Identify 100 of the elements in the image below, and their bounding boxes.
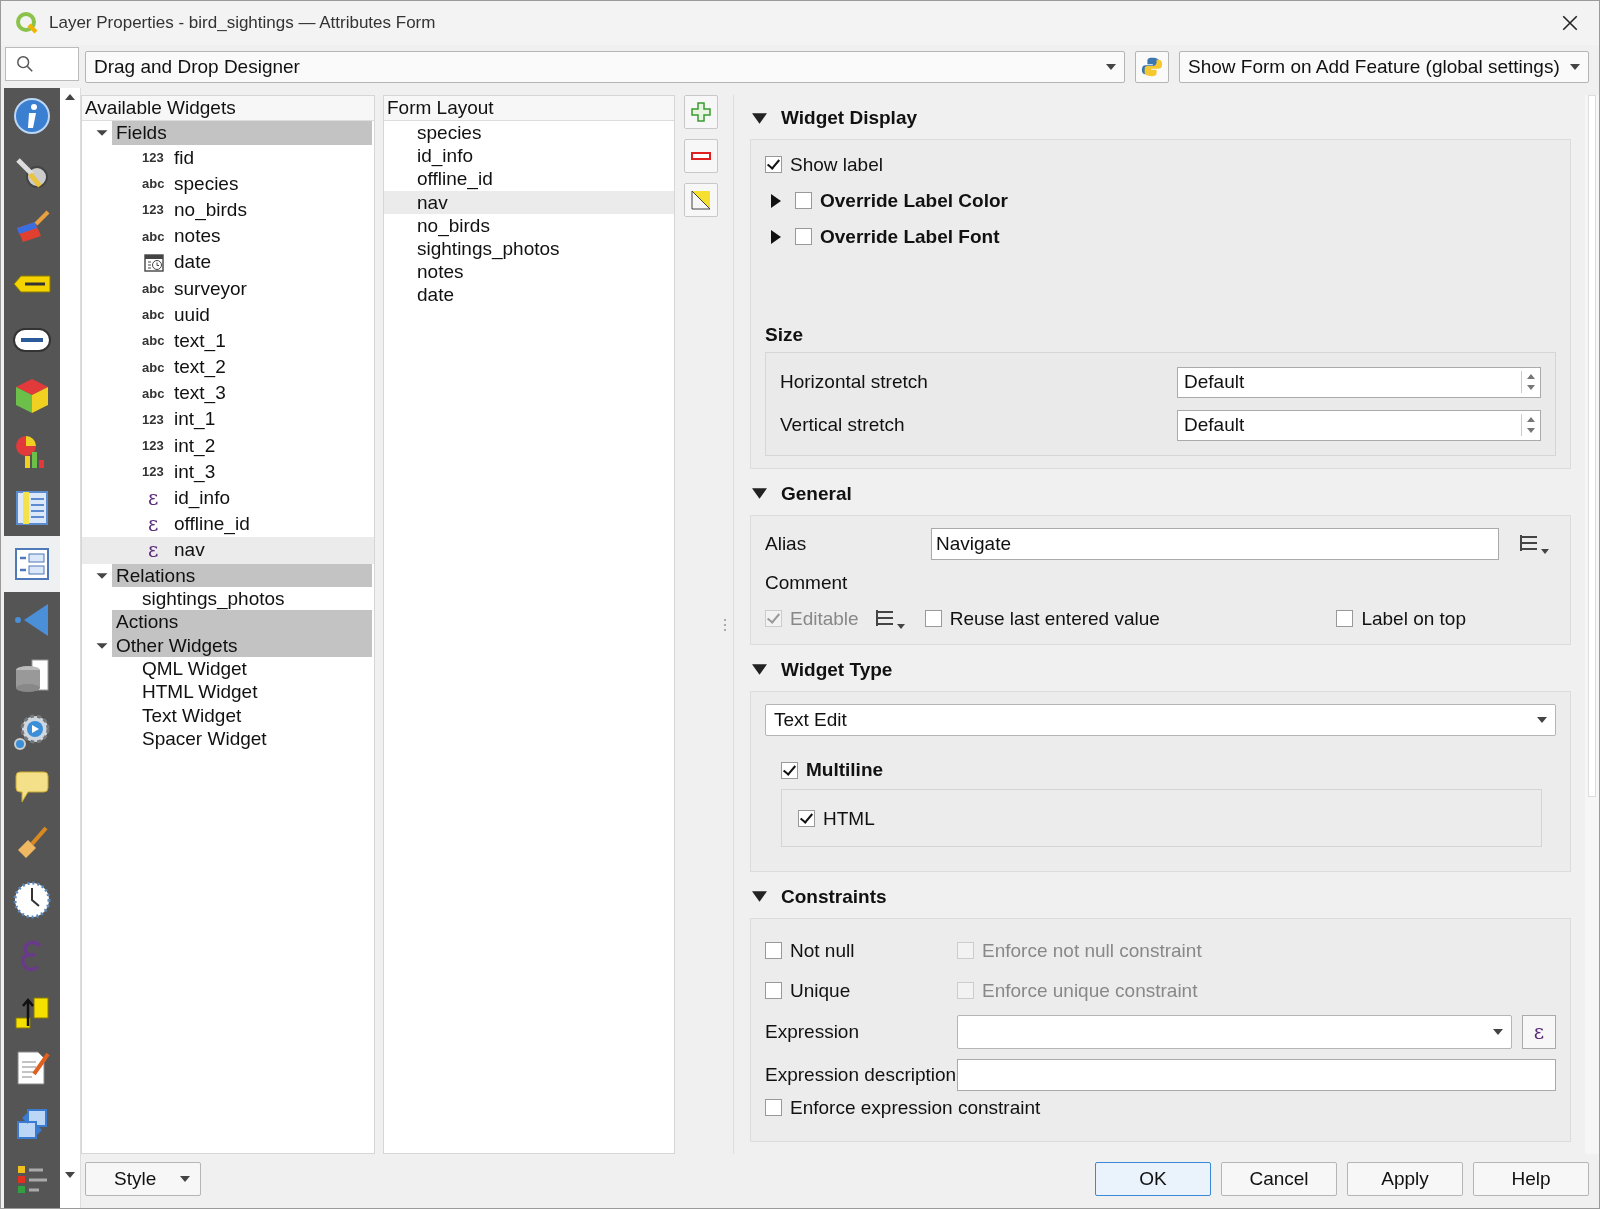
clock-icon — [12, 880, 52, 920]
spin-arrows-icon[interactable] — [1521, 414, 1536, 436]
collapse-arrow-icon[interactable] — [752, 664, 767, 675]
tree-item[interactable]: HTML Widget — [82, 680, 374, 704]
field-label: Comment — [765, 571, 849, 594]
field-type-label: 123 — [142, 411, 165, 427]
field-type-label: abc — [142, 307, 166, 323]
tree-item[interactable]: abc uuid — [82, 301, 374, 328]
section-title: General — [781, 482, 852, 505]
spin-box[interactable]: Default — [1177, 409, 1541, 441]
caret-icon — [180, 1176, 190, 1182]
scrollbar[interactable] — [60, 88, 81, 1208]
tree-item[interactable]: 123 int_1 — [82, 406, 374, 433]
dialog-button[interactable]: Help — [1473, 1162, 1589, 1196]
tree-item[interactable]: sightings_photos — [82, 587, 374, 611]
description-field[interactable] — [957, 1059, 1556, 1091]
caret-icon — [1106, 64, 1116, 70]
tree-item[interactable]: abc text_3 — [82, 380, 374, 407]
tree-group[interactable]: Fields — [112, 121, 372, 145]
tree-item[interactable]: ε offline_id — [82, 511, 374, 538]
expand-arrow-icon[interactable] — [771, 193, 781, 208]
scrollbar[interactable] — [1585, 95, 1599, 1154]
tree-item[interactable]: 123 no_birds — [82, 196, 374, 224]
layout-item[interactable]: species — [384, 121, 674, 145]
field-type-label: 123 — [142, 464, 165, 480]
tree-group[interactable]: Actions — [112, 610, 372, 634]
checkbox[interactable]: Unique — [765, 979, 957, 1002]
tree-item[interactable]: Text Widget — [82, 703, 374, 728]
tree-item[interactable]: date — [82, 249, 374, 276]
scroll-up-icon[interactable] — [65, 94, 75, 100]
checkbox[interactable]: Override Label Font — [795, 225, 1000, 248]
expression-symbol: ε — [147, 512, 160, 537]
tree-item[interactable]: ε id_info — [82, 484, 374, 512]
widget-type-dropdown[interactable]: Text Edit — [765, 703, 1556, 736]
alias-field[interactable]: Navigate — [931, 527, 1499, 560]
expression-field[interactable] — [957, 1015, 1512, 1049]
tree-group[interactable]: Relations — [112, 563, 372, 587]
scroll-down-icon[interactable] — [65, 1172, 75, 1178]
layout-item[interactable]: notes — [384, 260, 674, 284]
form-mode-dropdown[interactable]: Show Form on Add Feature (global settings) — [1179, 51, 1589, 83]
field-type-label: abc — [142, 281, 166, 297]
remove-button[interactable] — [684, 139, 718, 173]
layout-item[interactable]: date — [384, 283, 674, 307]
field-label: Expression — [765, 1021, 860, 1043]
section-title: Widget Type — [781, 658, 893, 681]
layout-item[interactable]: no_birds — [384, 213, 674, 237]
tree-item[interactable]: Spacer Widget — [82, 727, 374, 751]
collapse-arrow-icon[interactable] — [752, 488, 767, 499]
tree-item[interactable]: abc species — [82, 170, 374, 197]
field-type-label: abc — [142, 385, 166, 401]
field-label: Horizontal stretch — [780, 371, 928, 393]
spin-box[interactable]: Default — [1177, 366, 1541, 398]
style-button[interactable]: Style — [85, 1162, 201, 1196]
plus-icon — [691, 102, 711, 122]
dialog-button[interactable]: Apply — [1347, 1162, 1463, 1196]
expression-symbol: ε — [147, 486, 160, 511]
field-label: Vertical stretch — [780, 414, 905, 436]
checkbox[interactable]: Label on top — [1336, 607, 1466, 630]
expression-button[interactable]: ε — [1522, 1015, 1556, 1049]
tree-item[interactable]: abc surveyor — [82, 275, 374, 302]
app-logo-icon — [15, 11, 39, 35]
tree-item[interactable]: abc text_1 — [82, 327, 374, 354]
checkbox[interactable]: Not null — [765, 939, 957, 962]
field-type-label: abc — [142, 228, 166, 244]
expand-arrow-icon[interactable] — [771, 229, 781, 244]
tree-item[interactable]: 123 fid — [82, 144, 374, 171]
tree-item[interactable]: abc text_2 — [82, 354, 374, 381]
field-label: Expression description — [765, 1064, 957, 1086]
layout-item[interactable]: id_info — [384, 144, 674, 168]
collapse-arrow-icon[interactable] — [752, 891, 767, 902]
tree-item[interactable]: abc notes — [82, 223, 374, 250]
field-type-label: abc — [142, 359, 166, 375]
tree-group[interactable]: Other Widgets — [112, 633, 372, 658]
edit-shape-icon — [691, 190, 711, 210]
checkbox[interactable]: Show label — [765, 153, 883, 176]
checkbox[interactable]: Multiline — [781, 759, 884, 781]
close-icon[interactable] — [1561, 14, 1579, 32]
layout-item[interactable]: sightings_photos — [384, 236, 674, 261]
designer-dropdown[interactable]: Drag and Drop Designer — [85, 51, 1125, 83]
tree-item[interactable]: 123 int_3 — [82, 458, 374, 485]
tree-item[interactable]: QML Widget — [82, 657, 374, 681]
layout-item[interactable]: offline_id — [384, 167, 674, 191]
tree-item[interactable]: 123 int_2 — [82, 432, 374, 459]
spin-arrows-icon[interactable] — [1521, 371, 1536, 393]
collapse-arrow-icon[interactable] — [752, 112, 767, 124]
python-button[interactable] — [1135, 51, 1169, 83]
checkbox[interactable]: Reuse last entered value — [924, 607, 1160, 630]
layout-item[interactable]: nav — [384, 190, 674, 214]
window-title: Layer Properties - bird_sightings — Attributes Form — [49, 13, 437, 33]
gear-icon — [12, 712, 52, 752]
checkbox[interactable]: Enforce expression constraint — [765, 1096, 1041, 1119]
dialog-button[interactable]: Cancel — [1221, 1162, 1337, 1196]
search-icon — [16, 55, 34, 73]
caret-icon — [1493, 1029, 1503, 1035]
checkbox[interactable]: Override Label Color — [795, 189, 1008, 212]
checkbox[interactable]: HTML — [798, 807, 875, 830]
dialog-button[interactable]: OK — [1095, 1162, 1211, 1196]
tree-item[interactable]: ε nav — [82, 537, 374, 564]
search-field[interactable] — [5, 47, 79, 81]
section-title: Widget Display — [781, 107, 917, 129]
